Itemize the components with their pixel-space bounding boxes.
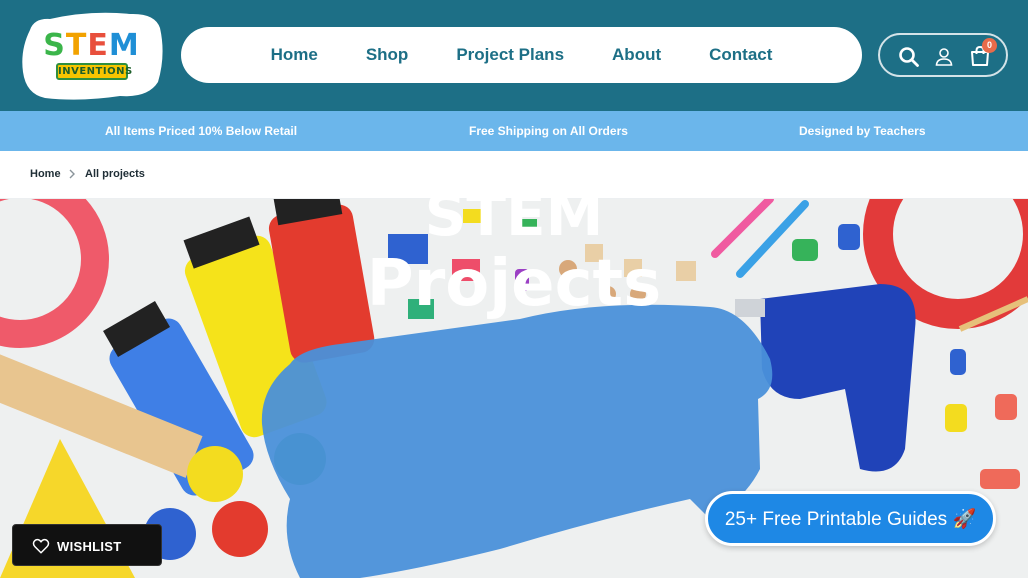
- wishlist-label: WISHLIST: [57, 539, 122, 554]
- promo-teachers: Designed by Teachers: [799, 124, 926, 138]
- nav-about[interactable]: About: [612, 45, 661, 65]
- site-logo[interactable]: STEM INVENTIONS: [20, 10, 163, 100]
- breadcrumb-current: All projects: [85, 168, 145, 180]
- nav-shop[interactable]: Shop: [366, 45, 409, 65]
- site-header: STEM INVENTIONS Home Shop Project Plans …: [0, 0, 1028, 111]
- cart-count-badge: 0: [982, 38, 997, 53]
- header-tools: 0: [878, 33, 1008, 77]
- logo-subtitle: INVENTIONS: [56, 63, 132, 80]
- chevron-right-icon: [66, 167, 78, 181]
- user-icon[interactable]: [932, 45, 956, 69]
- hero-title-line1: STEM: [424, 181, 604, 249]
- logo-wordmark: STEM: [43, 28, 140, 63]
- promo-bar: All Items Priced 10% Below Retail Free S…: [0, 111, 1028, 151]
- heart-icon: [32, 537, 50, 555]
- free-guides-button[interactable]: 25+ Free Printable Guides 🚀: [705, 491, 996, 546]
- promo-price: All Items Priced 10% Below Retail: [105, 124, 298, 138]
- nav-home[interactable]: Home: [271, 45, 318, 65]
- breadcrumb-home[interactable]: Home: [30, 168, 61, 180]
- search-icon[interactable]: [897, 45, 921, 69]
- main-nav: Home Shop Project Plans About Contact: [181, 27, 862, 83]
- nav-contact[interactable]: Contact: [709, 45, 772, 65]
- wishlist-button[interactable]: WISHLIST: [12, 524, 162, 566]
- hero-title-line2: Projects: [366, 247, 662, 321]
- promo-shipping: Free Shipping on All Orders: [469, 124, 628, 138]
- nav-project-plans[interactable]: Project Plans: [456, 45, 564, 65]
